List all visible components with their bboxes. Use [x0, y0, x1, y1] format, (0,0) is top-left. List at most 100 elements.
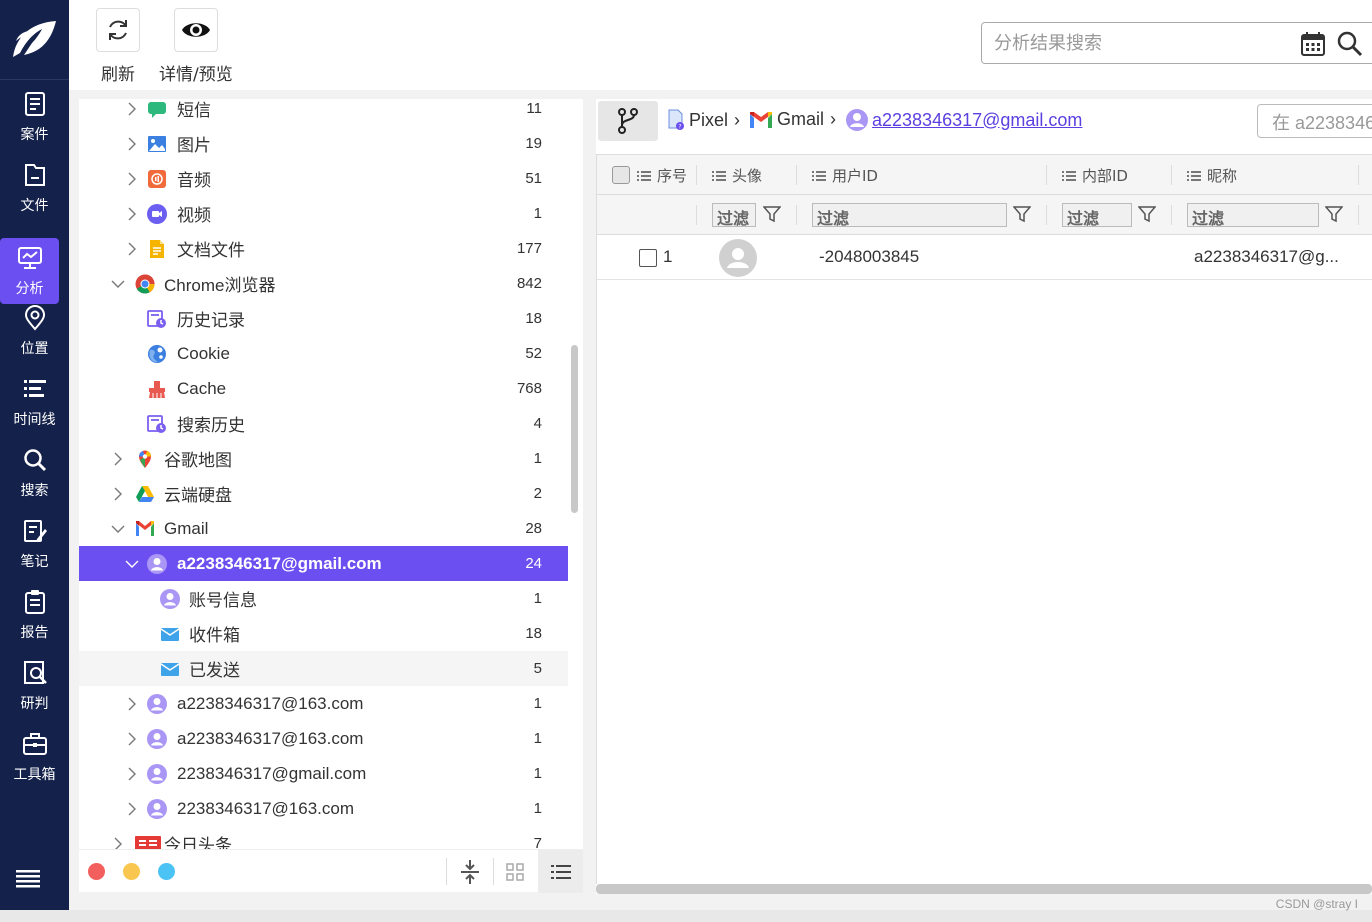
column-header-index[interactable]: 序号 [637, 165, 687, 186]
table-search-input[interactable]: 在 a2238346317@gmail.com [1257, 104, 1372, 138]
tree-row-label: 音频 [177, 171, 211, 190]
tree-row[interactable]: 音频 51 [79, 161, 568, 196]
breadcrumb-device[interactable]: ? Pixel › [666, 109, 740, 131]
breadcrumb-account-label: a2238346317@gmail.com [872, 109, 1083, 130]
blue-dot[interactable] [158, 863, 175, 880]
top-toolbar: 刷新 详情/预览 [69, 0, 1372, 90]
user-id-filter-input[interactable]: 过滤 [812, 203, 1007, 228]
tree-row[interactable]: a2238346317@163.com 1 [79, 686, 568, 721]
tree-row[interactable]: 账号信息 1 [79, 581, 568, 616]
row-checkbox[interactable] [639, 249, 657, 267]
nav-item-analysis[interactable]: 分析 [0, 238, 59, 304]
column-header-nickname[interactable]: 昵称 [1187, 165, 1237, 186]
detail-preview-button[interactable]: 详情/预览 [159, 8, 233, 85]
chevron-down-icon[interactable] [111, 277, 125, 291]
nav-item-file[interactable]: 文件 [0, 155, 69, 221]
filter-icon[interactable] [1138, 205, 1156, 223]
column-menu-icon [1062, 170, 1076, 181]
column-header-user-id[interactable]: 用户ID [812, 165, 878, 186]
tree-row[interactable]: Gmail 28 [79, 511, 568, 546]
results-search-input[interactable] [994, 31, 1284, 55]
column-separator [1046, 165, 1047, 185]
tree-row[interactable]: 已发送 5 [79, 651, 568, 686]
internal-id-filter-input[interactable]: 过滤 [1062, 203, 1132, 228]
refresh-button[interactable]: 刷新 [96, 8, 140, 85]
red-dot[interactable] [88, 863, 105, 880]
tree-row[interactable]: 2238346317@gmail.com 1 [79, 756, 568, 791]
chevron-right-icon[interactable] [125, 172, 139, 186]
nav-item-label: 文件 [20, 198, 49, 214]
tree-row[interactable]: Cache 768 [79, 371, 568, 406]
menu-icon[interactable] [14, 864, 42, 892]
chevron-right-icon[interactable] [125, 242, 139, 256]
grid-view-icon[interactable] [501, 858, 529, 886]
tree-row-label: Gmail [164, 518, 209, 538]
nav-item-case[interactable]: 案件 [0, 84, 69, 150]
yellow-dot[interactable] [123, 863, 140, 880]
search-icon[interactable] [1336, 30, 1364, 58]
category-tree: 短信 11 图片 19 音频 51 视频 1 文档文件 177 Chrome浏览器 842 历史记录 18… [79, 99, 583, 892]
tree-row[interactable]: a2238346317@gmail.com 24 [79, 546, 568, 581]
tree-row-count: 1 [533, 590, 542, 607]
chevron-right-icon[interactable] [125, 137, 139, 151]
tree-row[interactable]: 图片 19 [79, 126, 568, 161]
chevron-right-icon[interactable] [125, 697, 139, 711]
select-all-checkbox[interactable] [612, 166, 630, 184]
tree-row[interactable]: 短信 11 [79, 99, 568, 126]
column-title: 序号 [657, 167, 688, 185]
column-header-avatar[interactable]: 头像 [712, 165, 762, 186]
column-separator [1358, 165, 1359, 185]
nav-item-search[interactable]: 搜索 [0, 440, 69, 506]
file-icon [21, 161, 49, 193]
nav-item-note[interactable]: 笔记 [0, 511, 69, 577]
tree-row[interactable]: a2238346317@163.com 1 [79, 721, 568, 756]
chevron-right-icon[interactable] [125, 802, 139, 816]
tree-row[interactable]: 云端硬盘 2 [79, 476, 568, 511]
chevron-down-icon[interactable] [111, 522, 125, 536]
collapse-all-icon[interactable] [456, 858, 484, 886]
grid-horizontal-scrollbar[interactable] [596, 884, 1372, 894]
avatar-filter-input[interactable]: 过滤 [712, 203, 756, 228]
filter-icon[interactable] [763, 205, 781, 223]
filter-icon[interactable] [1325, 205, 1343, 223]
tree-row[interactable]: Cookie 52 [79, 336, 568, 371]
nav-item-timeline[interactable]: 时间线 [0, 369, 69, 435]
row-nickname: a2238346317@g... [1194, 247, 1339, 266]
tree-row[interactable]: 收件箱 18 [79, 616, 568, 651]
nav-item-judge[interactable]: 研判 [0, 653, 69, 719]
calendar-icon[interactable] [1300, 31, 1326, 57]
list-view-icon[interactable] [538, 850, 583, 893]
gmail-icon [135, 519, 155, 539]
table-row[interactable]: 1 -2048003845 a2238346317@g... [597, 235, 1372, 280]
report-icon [21, 588, 49, 620]
nav-item-location[interactable]: 位置 [0, 298, 69, 364]
tree-row[interactable]: 视频 1 [79, 196, 568, 231]
nickname-filter-input[interactable]: 过滤 [1187, 203, 1319, 228]
breadcrumb-account[interactable]: a2238346317@gmail.com [846, 109, 1082, 131]
breadcrumb-app[interactable]: Gmail › [749, 109, 836, 130]
tree-row[interactable]: 文档文件 177 [79, 231, 568, 266]
chevron-right-icon[interactable] [111, 452, 125, 466]
tree-row[interactable]: 2238346317@163.com 1 [79, 791, 568, 826]
chevron-right-icon[interactable] [111, 487, 125, 501]
google-drive-icon [135, 484, 155, 504]
chevron-right-icon[interactable] [125, 767, 139, 781]
chevron-right-icon[interactable] [125, 207, 139, 221]
nav-item-report[interactable]: 报告 [0, 582, 69, 648]
filter-icon[interactable] [1013, 205, 1031, 223]
account-icon [147, 553, 167, 574]
cookie-icon [147, 344, 167, 364]
nav-item-toolbox[interactable]: 工具箱 [0, 724, 69, 790]
breadcrumb-separator: › [734, 109, 741, 130]
branch-button[interactable] [598, 101, 658, 141]
chevron-down-icon[interactable] [125, 557, 139, 571]
chevron-right-icon[interactable] [125, 102, 139, 116]
tree-row[interactable]: Chrome浏览器 842 [79, 266, 568, 301]
column-separator [1358, 205, 1359, 225]
tree-row[interactable]: 历史记录 18 [79, 301, 568, 336]
tree-row[interactable]: 搜索历史 4 [79, 406, 568, 441]
chevron-right-icon[interactable] [125, 732, 139, 746]
tree-scrollbar[interactable] [571, 345, 578, 513]
tree-row[interactable]: 谷歌地图 1 [79, 441, 568, 476]
column-header-internal-id[interactable]: 内部ID [1062, 165, 1128, 186]
